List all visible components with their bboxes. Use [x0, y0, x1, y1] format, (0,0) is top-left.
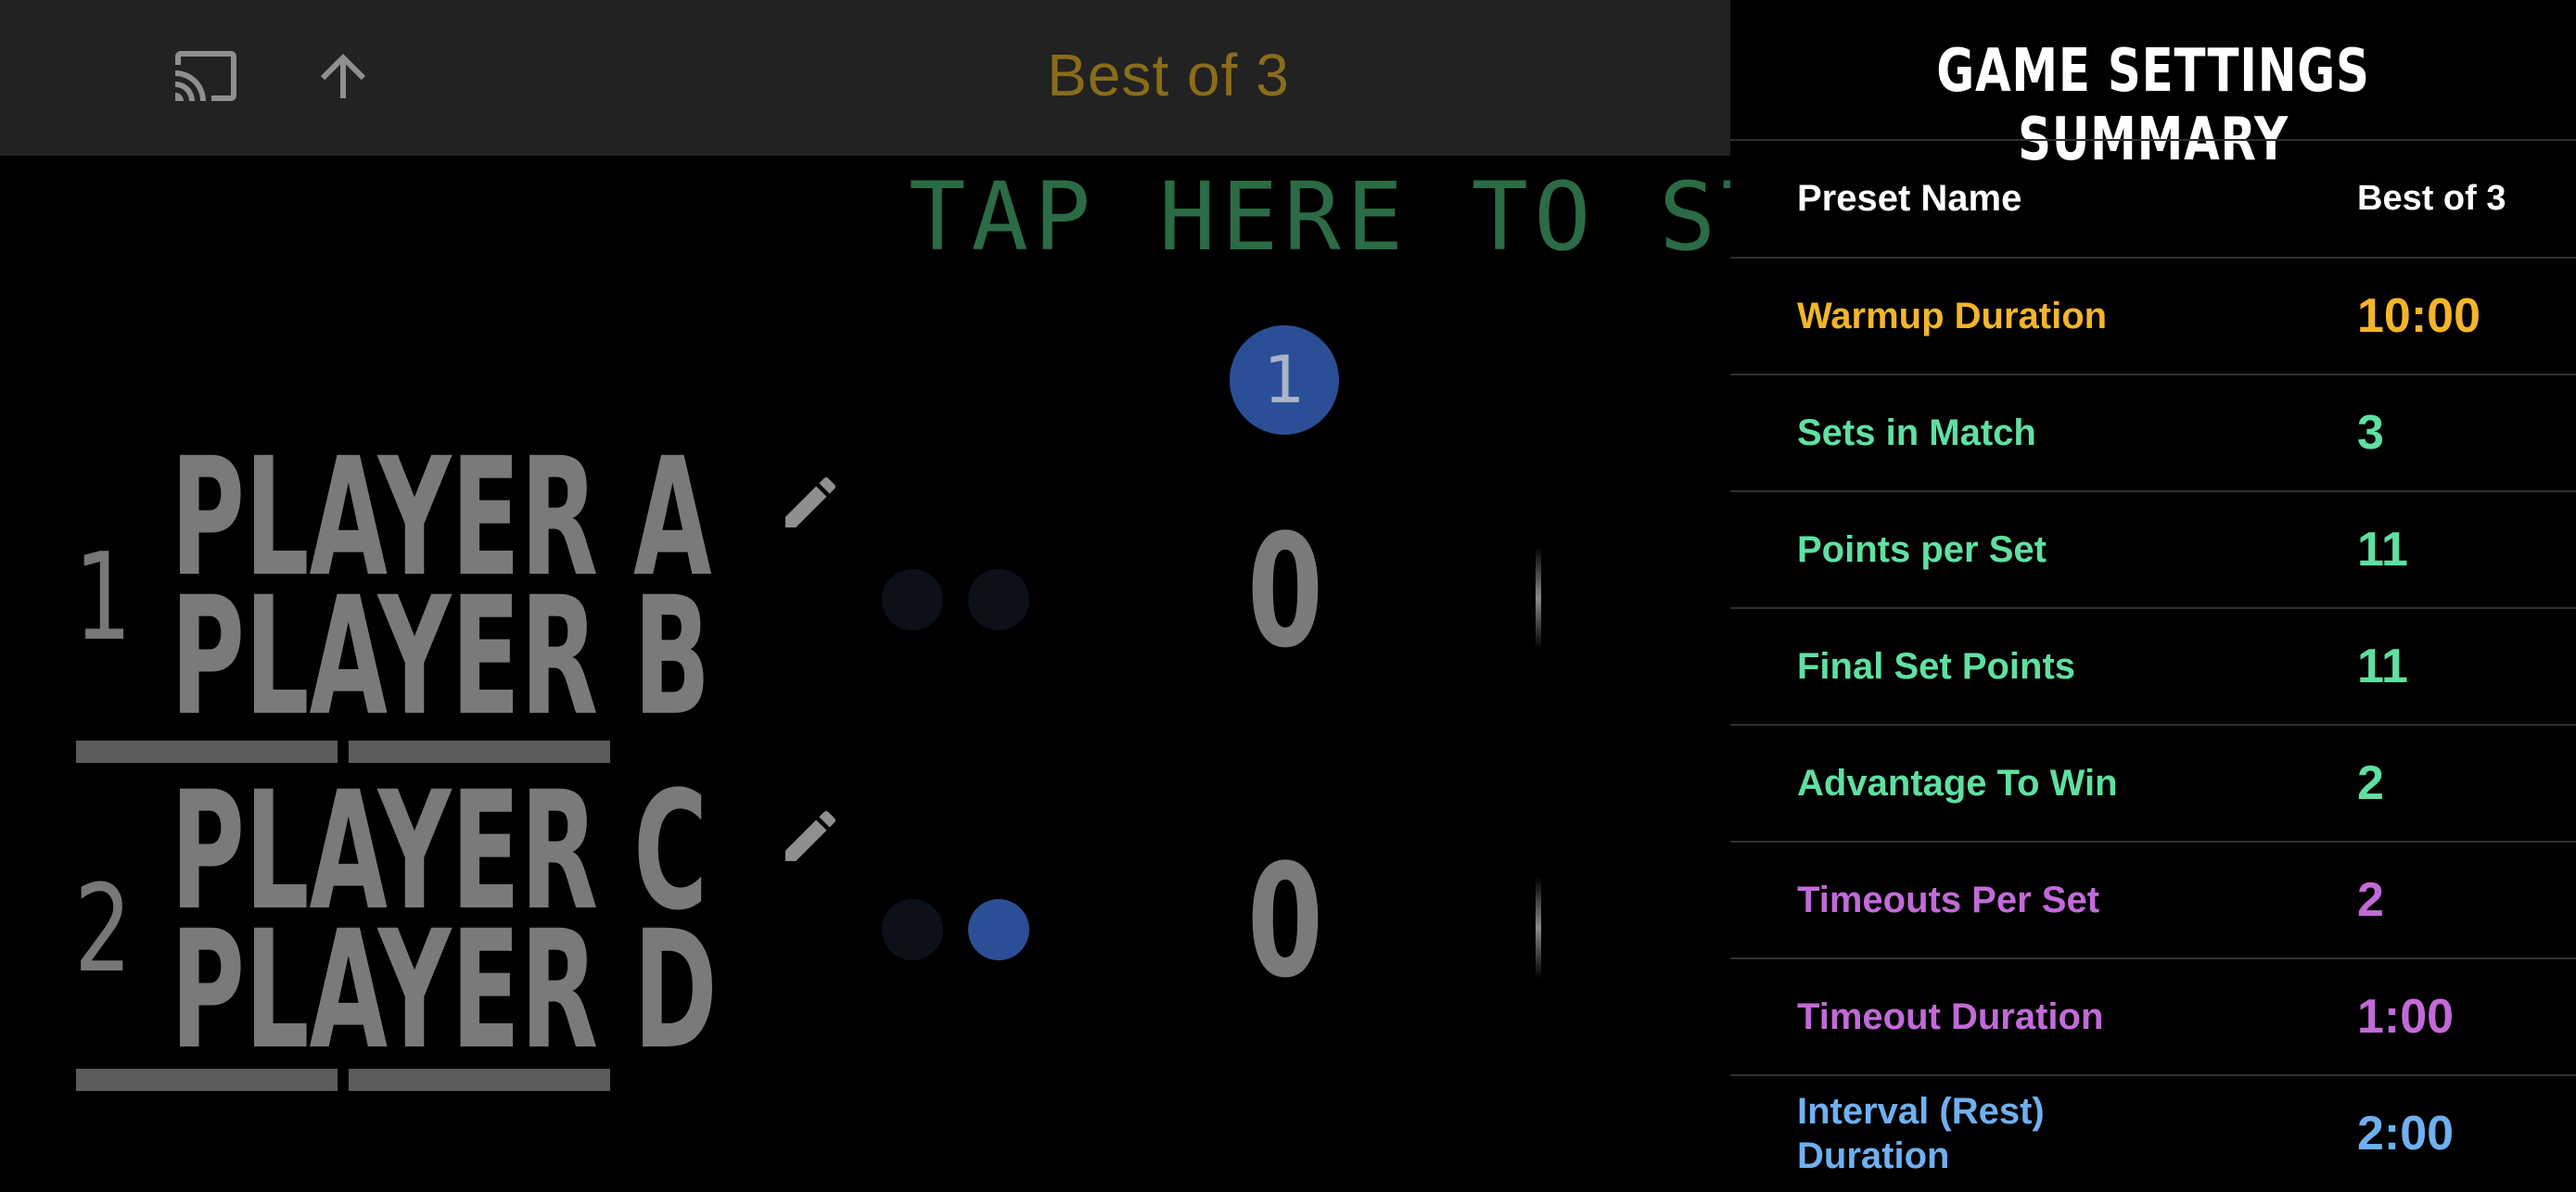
tap-to-start-button[interactable]: TAP HERE TO START	[909, 167, 1966, 269]
setting-label: Advantage To Win	[1797, 763, 2118, 804]
divider	[349, 1069, 610, 1091]
player-name: PLAYER D	[171, 895, 718, 1085]
setting-value: 11	[2357, 640, 2408, 693]
setting-value: 2	[2357, 756, 2384, 810]
timeout-dot[interactable]	[968, 569, 1029, 630]
setting-label: Points per Set	[1797, 529, 2047, 570]
setting-label: Interval (Rest) Duration	[1797, 1091, 2045, 1176]
setting-label: Sets in Match	[1797, 412, 2036, 453]
cast-icon[interactable]	[172, 43, 239, 109]
timeout-dot-used[interactable]	[968, 899, 1029, 960]
upload-icon[interactable]	[310, 43, 376, 109]
team-1-score[interactable]: 0	[1240, 501, 1331, 682]
setting-value: 2:00	[2357, 1107, 2455, 1160]
team-number: 2	[74, 858, 133, 999]
team-2-score[interactable]: 0	[1240, 831, 1331, 1012]
setting-label: Final Set Points	[1797, 646, 2076, 687]
setting-value: 11	[2357, 523, 2408, 577]
current-set-badge: 1	[1230, 325, 1339, 435]
setting-value: Best of 3	[2357, 179, 2506, 218]
summary-row: Points per Set 11	[1730, 491, 2576, 608]
setting-label: Warmup Duration	[1797, 296, 2108, 336]
game-settings-summary: GAME SETTINGS SUMMARY Preset Name Best o…	[1730, 0, 2576, 1190]
player-name: PLAYER B	[171, 562, 711, 752]
team-2-names[interactable]: PLAYER C PLAYER D	[171, 770, 718, 1085]
timeout-dot[interactable]	[882, 569, 943, 630]
summary-row: Warmup Duration 10:00	[1730, 258, 2576, 374]
setting-value: 3	[2357, 406, 2384, 460]
summary-row: Advantage To Win 2	[1730, 725, 2576, 842]
divider	[76, 1069, 338, 1091]
setting-label: Timeouts Per Set	[1797, 880, 2100, 920]
summary-row: Sets in Match 3	[1730, 374, 2576, 491]
setting-value: 2	[2357, 873, 2384, 927]
setting-label: Timeout Duration	[1797, 996, 2104, 1037]
summary-row: Timeout Duration 1:00	[1730, 958, 2576, 1075]
setting-label: Preset Name	[1797, 178, 2022, 219]
serve-indicator	[1536, 877, 1541, 979]
edit-pencil-icon[interactable]	[777, 803, 844, 869]
serve-indicator	[1536, 547, 1541, 649]
summary-row: Timeouts Per Set 2	[1730, 842, 2576, 958]
summary-row: Interval (Rest) Duration 2:00	[1730, 1075, 2576, 1192]
edit-pencil-icon[interactable]	[777, 469, 844, 536]
summary-row: Preset Name Best of 3	[1730, 140, 2576, 257]
preset-title: Best of 3	[1047, 42, 1290, 108]
setting-value: 1:00	[2357, 990, 2455, 1044]
summary-row: Final Set Points 11	[1730, 608, 2576, 725]
team-1-row: 1 PLAYER A PLAYER B 0	[0, 437, 1730, 769]
timeout-dot[interactable]	[882, 899, 943, 960]
top-bar: Best of 3	[0, 0, 1730, 156]
team-number: 1	[74, 526, 133, 667]
setting-value: 10:00	[2357, 289, 2480, 343]
team-2-row: 2 PLAYER C PLAYER D 0	[0, 770, 1730, 1103]
team-1-names[interactable]: PLAYER A PLAYER B	[171, 437, 712, 752]
